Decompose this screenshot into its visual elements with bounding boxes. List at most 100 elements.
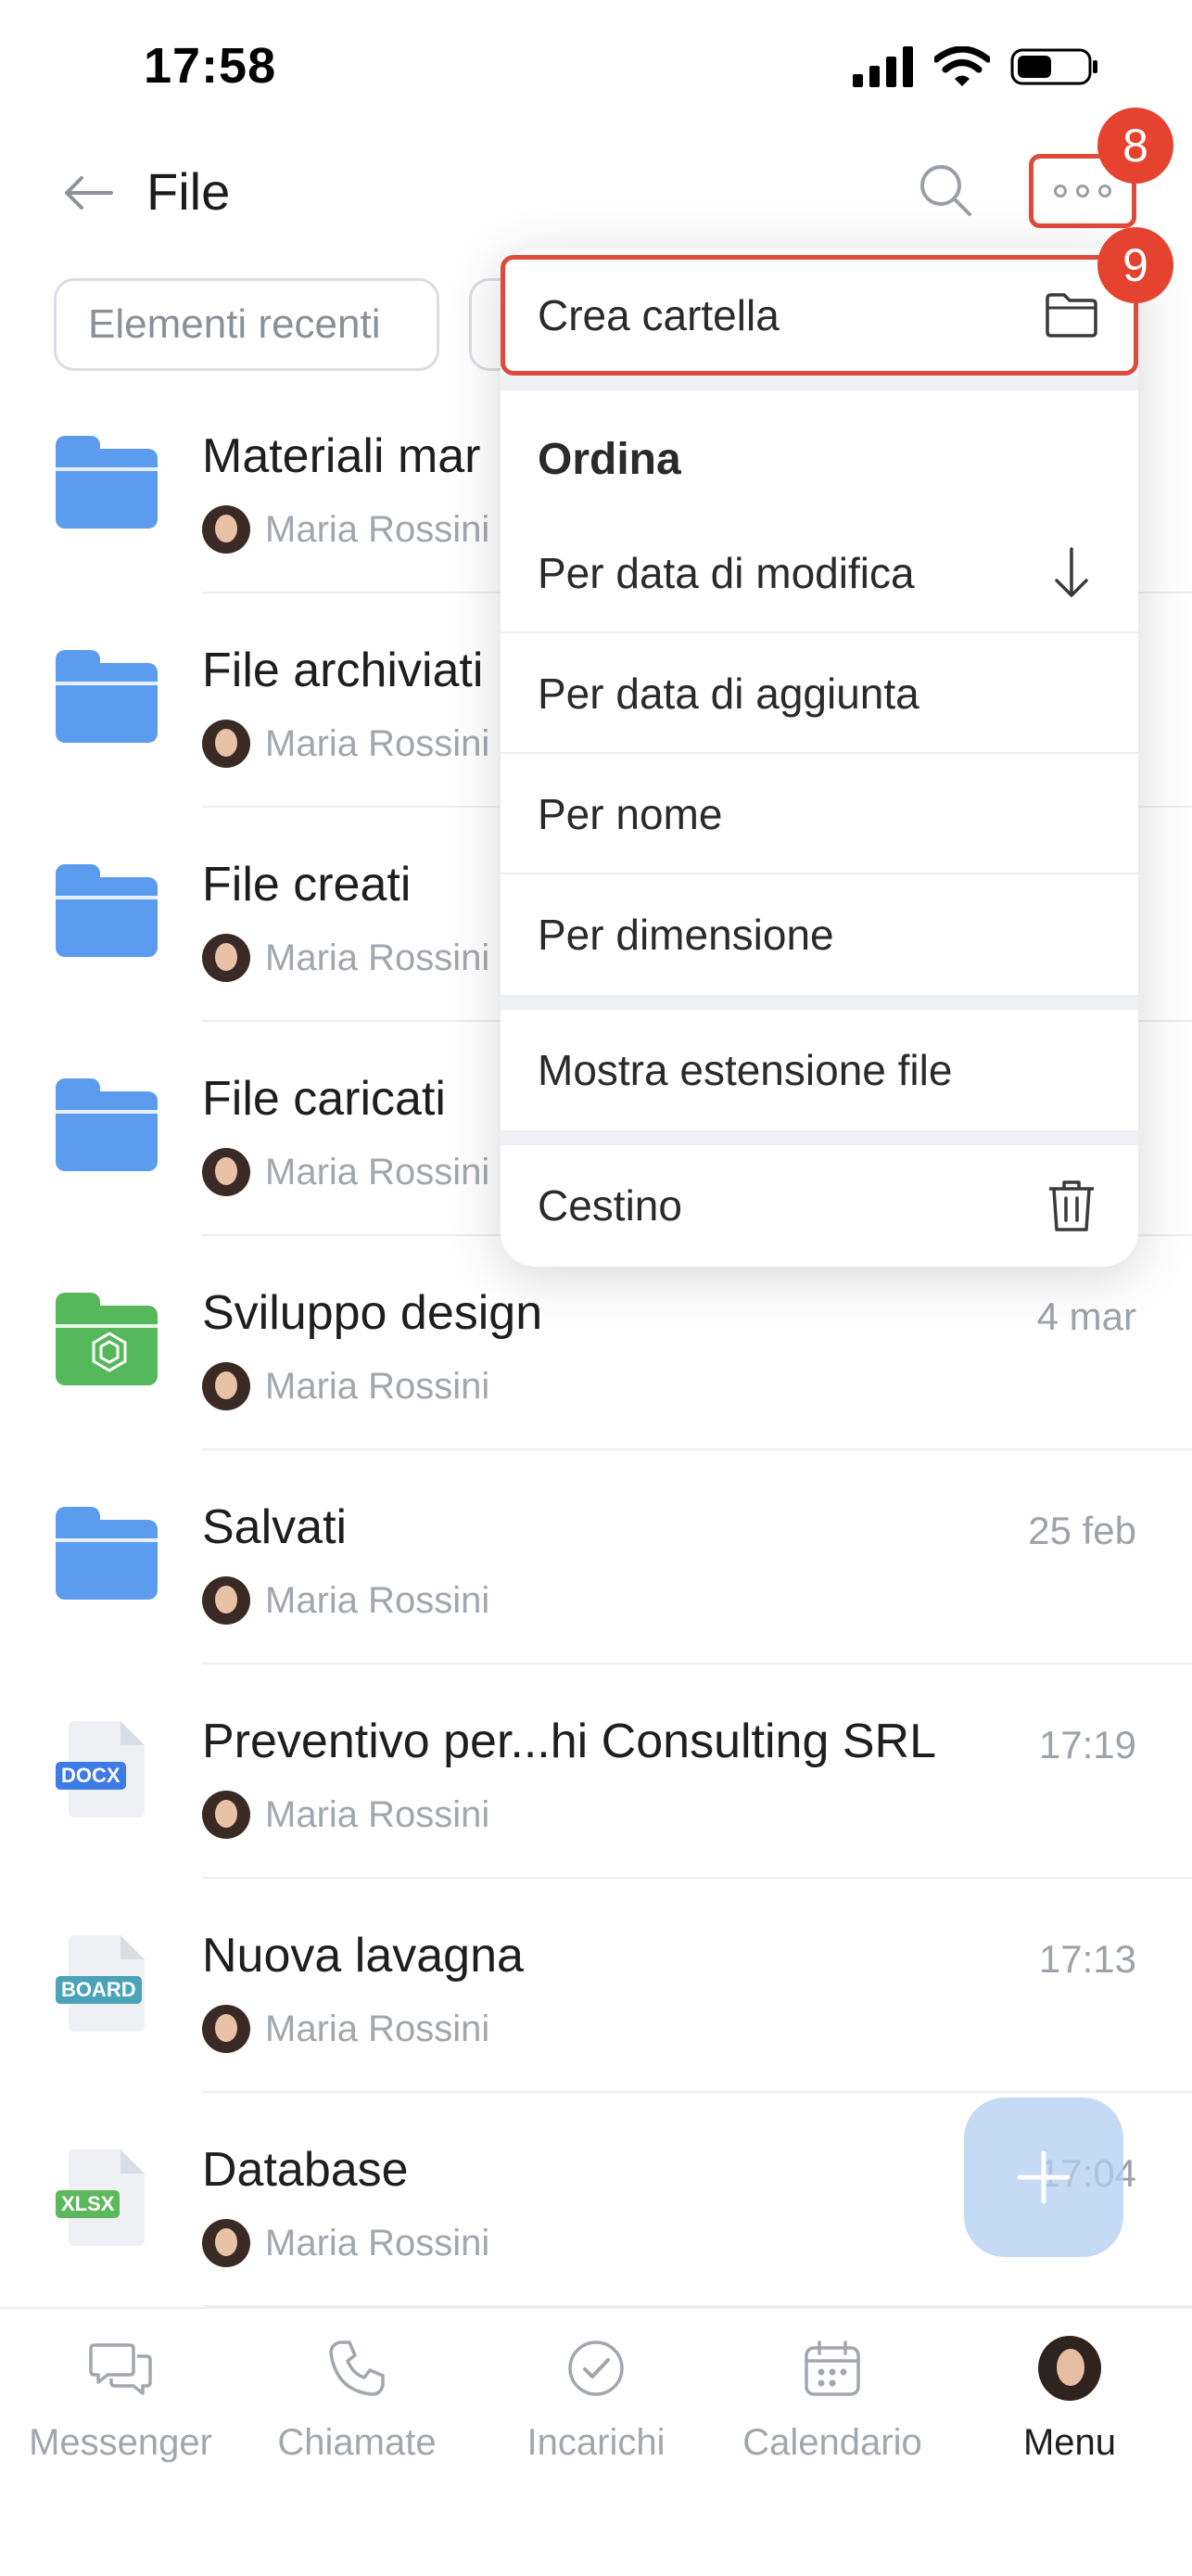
file-name: Database — [202, 2143, 409, 2197]
status-icons — [853, 46, 1099, 87]
avatar — [202, 1576, 250, 1625]
owner-name: Maria Rossini — [265, 508, 490, 550]
menu-sort-modified-label: Per data di modifica — [538, 549, 915, 597]
search-button[interactable] — [913, 158, 978, 223]
list-item[interactable]: Sviluppo design Maria Rossini 4 mar — [0, 1237, 1192, 1450]
battery-icon — [1010, 48, 1097, 85]
add-button[interactable] — [964, 2098, 1123, 2257]
chat-icon — [89, 2337, 152, 2400]
menu-trash-label: Cestino — [538, 1181, 682, 1230]
menu-sort-size[interactable]: Per dimensione — [501, 874, 1138, 995]
more-dot-icon — [1076, 185, 1089, 198]
file-owner: Maria Rossini — [202, 1148, 489, 1196]
file-name: Salvati — [202, 1500, 348, 1554]
owner-name: Maria Rossini — [265, 2222, 490, 2264]
nav-item-calls[interactable]: Chiamate — [246, 2337, 468, 2504]
file-owner: Maria Rossini — [202, 2219, 489, 2267]
board-file-icon: BOARD — [56, 1935, 158, 2032]
avatar — [202, 720, 250, 768]
xlsx-file-icon: XLSX — [56, 2149, 158, 2246]
nav-label-tasks: Incarichi — [526, 2422, 666, 2463]
owner-name: Maria Rossini — [265, 1579, 490, 1621]
nav-item-tasks[interactable]: Incarichi — [485, 2337, 707, 2504]
filter-chip-recent[interactable]: Elementi recenti — [54, 278, 439, 371]
menu-sort-added-label: Per data di aggiunta — [538, 670, 919, 718]
wifi-icon — [934, 46, 990, 86]
avatar — [202, 934, 250, 982]
folder-icon — [56, 436, 158, 529]
arrow-down-icon — [1044, 545, 1099, 601]
file-owner: Maria Rossini — [202, 720, 489, 768]
nav-item-messenger[interactable]: Messenger — [9, 2337, 232, 2504]
nav-label-calls: Chiamate — [277, 2422, 437, 2463]
bottom-nav: Messenger Chiamate Incarichi Calendario … — [0, 2307, 1192, 2576]
menu-trash[interactable]: Cestino — [501, 1145, 1138, 1266]
menu-separator — [501, 1130, 1138, 1145]
file-owner: Maria Rossini — [202, 934, 489, 982]
check-circle-icon — [564, 2337, 628, 2400]
menu-separator — [501, 995, 1138, 1010]
file-name: Preventivo per...hi Consulting SRL — [202, 1715, 936, 1768]
file-owner: Maria Rossini — [202, 1576, 489, 1625]
file-owner: Maria Rossini — [202, 505, 489, 554]
signal-icon — [853, 46, 913, 87]
menu-sort-name[interactable]: Per nome — [501, 754, 1138, 874]
file-name: File caricati — [202, 1072, 446, 1126]
nav-item-menu[interactable]: Menu — [958, 2336, 1181, 2504]
owner-name: Maria Rossini — [265, 1365, 490, 1407]
arrow-left-icon — [65, 176, 113, 210]
menu-sort-modified[interactable]: Per data di modifica — [501, 513, 1138, 633]
avatar — [202, 505, 250, 554]
file-date: 17:13 — [1038, 1937, 1136, 1981]
more-dot-icon — [1054, 185, 1067, 198]
status-bar: 17:58 — [0, 0, 1192, 130]
file-owner: Maria Rossini — [202, 2005, 489, 2053]
menu-show-extension[interactable]: Mostra estensione file — [501, 1010, 1138, 1130]
nav-label-messenger: Messenger — [29, 2422, 212, 2463]
avatar — [202, 2005, 250, 2053]
header: File — [0, 130, 1192, 250]
create-folder-highlight — [501, 255, 1138, 376]
folder-icon — [56, 864, 158, 957]
file-name: File archiviati — [202, 644, 484, 697]
options-dropdown: Crea cartella Ordina Per data di modific… — [501, 249, 1138, 1267]
file-name: Materiali mar — [202, 429, 481, 483]
folder-icon — [56, 1507, 158, 1600]
list-item[interactable]: BOARD Nuova lavagna Maria Rossini 17:13 — [0, 1880, 1192, 2093]
folder-icon — [56, 650, 158, 743]
list-item[interactable]: Salvati Maria Rossini 25 feb — [0, 1451, 1192, 1664]
avatar — [202, 1148, 250, 1196]
menu-sort-heading: Ordina — [538, 435, 681, 484]
menu-sort-added[interactable]: Per data di aggiunta — [501, 633, 1138, 754]
divider — [202, 1448, 1192, 1450]
back-button[interactable] — [60, 165, 116, 221]
file-owner: Maria Rossini — [202, 1362, 489, 1410]
file-date: 25 feb — [1028, 1509, 1136, 1552]
divider — [202, 1877, 1192, 1879]
owner-name: Maria Rossini — [265, 1793, 490, 1835]
phone-icon — [325, 2337, 388, 2400]
file-date: 4 mar — [1036, 1294, 1136, 1338]
step-badge-9: 9 — [1097, 227, 1173, 303]
list-item[interactable]: DOCX Preventivo per...hi Consulting SRL Ma… — [0, 1665, 1192, 1879]
calendar-icon — [801, 2337, 864, 2400]
nav-item-calendar[interactable]: Calendario — [721, 2337, 944, 2504]
nav-label-menu: Menu — [1022, 2422, 1117, 2463]
menu-separator — [501, 376, 1138, 390]
owner-name: Maria Rossini — [265, 2008, 490, 2049]
nav-label-calendar: Calendario — [742, 2422, 922, 2463]
more-dot-icon — [1098, 185, 1111, 198]
avatar — [202, 2219, 250, 2267]
avatar — [202, 1362, 250, 1410]
file-name: Nuova lavagna — [202, 1929, 524, 1983]
divider — [202, 2091, 1192, 2093]
avatar-icon — [1038, 2336, 1101, 2401]
owner-name: Maria Rossini — [265, 722, 490, 764]
page-title: File — [146, 162, 231, 221]
shared-folder-icon — [56, 1293, 158, 1385]
menu-show-extension-label: Mostra estensione file — [538, 1046, 953, 1094]
docx-file-icon: DOCX — [56, 1721, 158, 1817]
file-date: 17:19 — [1038, 1723, 1136, 1766]
avatar — [202, 1791, 250, 1839]
owner-name: Maria Rossini — [265, 937, 490, 978]
